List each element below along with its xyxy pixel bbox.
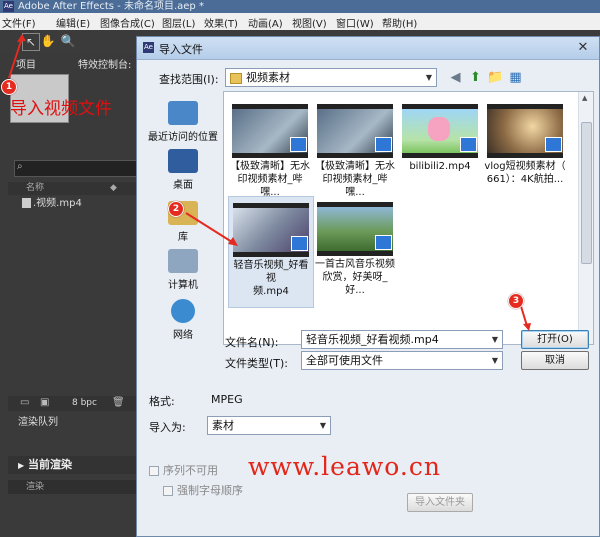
arrow-head-3: [523, 323, 531, 331]
arrow-head-1: [17, 34, 26, 42]
step-marker-3: 3: [508, 293, 524, 309]
watermark: www.leawo.cn: [248, 452, 441, 481]
step-marker-1: 1: [1, 79, 17, 95]
step-marker-2: 2: [168, 201, 184, 217]
arrow-to-file: [185, 212, 233, 243]
arrow-to-file-menu: [8, 37, 23, 79]
